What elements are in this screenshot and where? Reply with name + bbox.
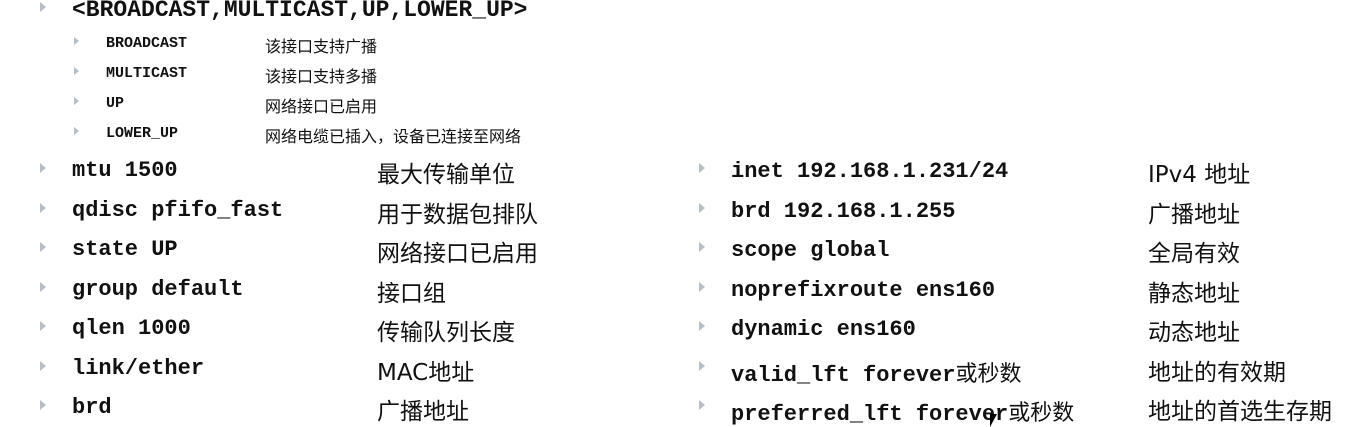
bullet-icon [40,2,46,12]
bullet-icon [40,203,46,213]
flag-desc: 该接口支持广播 [265,37,378,56]
field-desc: 传输队列长度 [377,320,515,346]
bullet-icon [40,163,46,173]
bullet-icon [699,321,705,331]
field-desc: 动态地址 [1148,320,1240,346]
field-desc: IPv4 地址 [1148,162,1251,188]
bullet-icon [699,242,705,252]
field-key: qlen 1000 [72,316,191,341]
flag-desc: 该接口支持多播 [265,67,378,86]
field-key: brd [72,395,112,420]
bullet-icon [74,37,79,45]
bullet-icon [74,67,79,75]
field-key: link/ether [72,356,205,381]
field-key: group default [72,277,244,302]
bullet-icon [74,127,79,135]
field-desc: 广播地址 [1148,202,1240,228]
field-key: mtu 1500 [72,158,178,183]
bullet-icon [40,361,46,371]
bullet-icon [699,282,705,292]
bullet-icon [699,361,705,371]
field-desc: 最大传输单位 [377,162,515,188]
bullet-icon [40,282,46,292]
field-key: qdisc pfifo_fast [72,198,284,223]
bullet-icon [699,400,705,410]
flags-heading: <BROADCAST,MULTICAST,UP,LOWER_UP> [72,0,528,23]
bullet-icon [74,97,79,105]
flag-desc: 网络接口已启用 [265,97,378,116]
flag-key: MULTICAST [106,65,188,82]
field-key: state UP [72,237,178,262]
field-desc: MAC地址 [377,360,475,386]
field-key: valid_lft forever或秒数 [731,362,1022,388]
field-desc: 全局有效 [1148,241,1240,267]
bullet-icon [699,163,705,173]
field-desc: 地址的首选生存期 [1148,399,1332,425]
flag-key: LOWER_UP [106,125,179,142]
flag-key: UP [106,95,125,112]
field-desc: 静态地址 [1148,281,1240,307]
bullet-icon [40,242,46,252]
flag-key: BROADCAST [106,35,188,52]
field-desc: 广播地址 [377,399,469,425]
bullet-icon [699,203,705,213]
field-key: brd 192.168.1.255 [731,199,956,224]
field-key: dynamic ens160 [731,317,916,342]
field-key: noprefixroute ens160 [731,278,996,303]
bullet-icon [40,400,46,410]
field-key: inet 192.168.1.231/24 [731,159,1009,184]
mouse-cursor-icon [990,414,997,427]
field-key: scope global [731,238,890,263]
field-desc: 接口组 [377,281,446,307]
field-key: preferred_lft forever或秒数 [731,401,1075,427]
field-desc: 用于数据包排队 [377,202,538,228]
flag-desc: 网络电缆已插入，设备已连接至网络 [265,127,522,146]
field-desc: 网络接口已启用 [377,241,538,267]
field-desc: 地址的有效期 [1148,360,1286,386]
bullet-icon [40,321,46,331]
